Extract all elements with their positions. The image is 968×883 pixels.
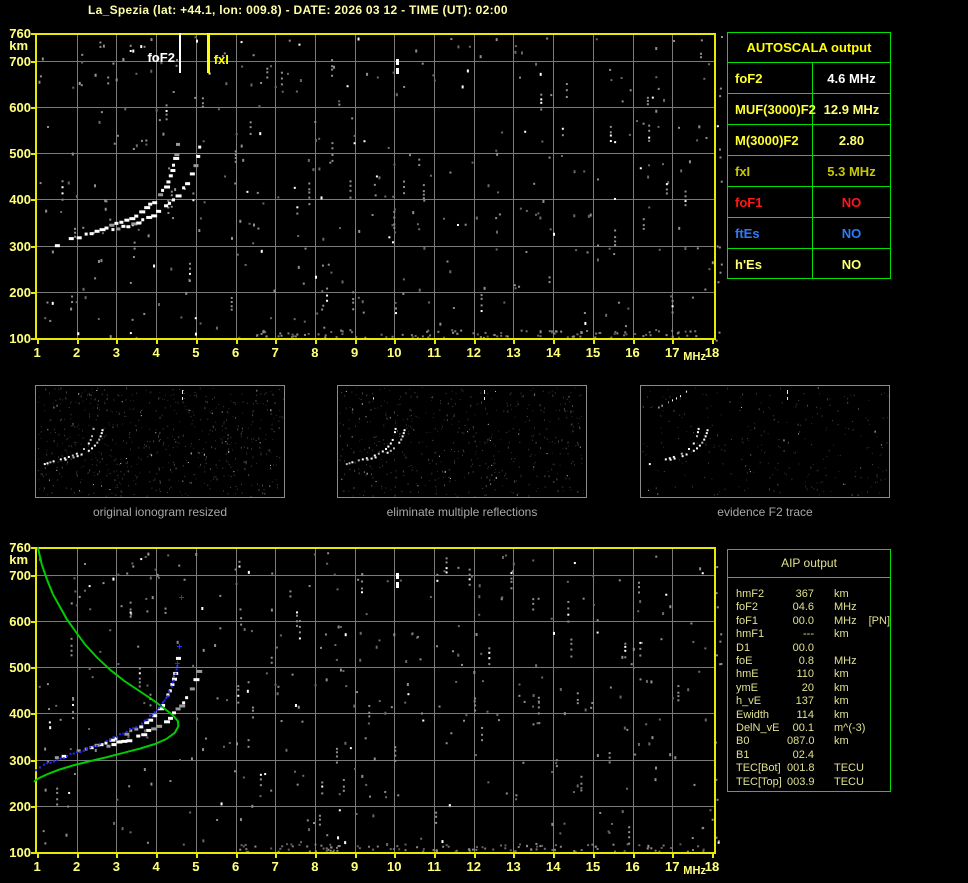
table-row: M(3000)F2 2.80	[728, 125, 890, 156]
parameter-label: DelN_vE	[736, 722, 780, 735]
parameter-value: NO	[841, 256, 862, 272]
parameter-unit: MHz	[834, 601, 857, 614]
parameter-unit: MHz	[834, 655, 857, 668]
table-row: TEC[Top] 003.9 TECU	[736, 776, 890, 789]
main-ionogram-plot	[0, 20, 725, 370]
parameter-value: 20	[801, 681, 814, 694]
aip-table: hmF2 367 km foF2 04.6 MHz foF1 00.0 MHz [PN] hmF1-…	[728, 578, 890, 789]
parameter-label: foF2	[736, 601, 759, 614]
table-row: h'Es NO	[728, 249, 890, 279]
table-row: h_vE 137 km	[736, 695, 890, 708]
table-row: foE 0.8 MHz	[736, 655, 890, 668]
parameter-value: 00.0	[792, 614, 814, 627]
parameter-label: h_vE	[736, 695, 762, 708]
parameter-value: 114	[796, 708, 814, 721]
parameter-label: foF1	[728, 187, 813, 217]
parameter-value: ---	[803, 628, 814, 641]
parameter-unit: MHz [PN]	[834, 614, 891, 627]
parameter-label: foF1	[736, 614, 759, 627]
table-row: B0 087.0 km	[736, 735, 890, 748]
parameter-unit: m^(-3)	[834, 722, 866, 735]
table-row: ftEs NO	[728, 218, 890, 249]
parameter-value: 5.3 MHz	[827, 163, 876, 179]
parameter-unit: km	[834, 735, 849, 748]
parameter-value: 110	[796, 668, 814, 681]
parameter-label: foE	[736, 655, 753, 668]
thumbnail-original-ionogram	[35, 385, 285, 498]
parameter-value: 137	[795, 695, 814, 708]
aip-panel-title: AIP output	[728, 550, 890, 578]
parameter-label: ymE	[736, 681, 758, 694]
table-row: DelN_vE 00.1 m^(-3)	[736, 722, 890, 735]
table-row: hmF1 --- km	[736, 628, 890, 641]
table-row: hmF2 367 km	[736, 588, 890, 601]
parameter-unit: km	[834, 628, 849, 641]
parameter-label: hmE	[736, 668, 759, 681]
parameter-value: 2.80	[838, 132, 865, 148]
parameter-value: 02.4	[792, 748, 814, 761]
parameter-unit: km	[834, 668, 849, 681]
parameter-value: NO	[841, 194, 862, 210]
parameter-label: hmF1	[736, 628, 765, 641]
table-row: fxI 5.3 MHz	[728, 156, 890, 187]
parameter-label: foF2	[728, 63, 813, 93]
autoscala-table: foF2 4.6 MHz MUF(3000)F2 12.9 MHz M(3000)F2 2…	[728, 63, 890, 279]
parameter-value: 04.6	[792, 601, 814, 614]
table-row: Ewidth 114 km	[736, 709, 890, 722]
parameter-unit	[814, 749, 890, 762]
table-row: hmE 110 km	[736, 668, 890, 681]
page-title: La_Spezia (lat: +44.1, lon: 009.8) - DAT…	[88, 3, 508, 17]
parameter-label: hmF2	[736, 588, 765, 600]
aip-output-panel: AIP output hmF2 367 km foF2 04.6 MHz foF1 00.0 M…	[727, 549, 891, 792]
parameter-unit: km	[834, 695, 849, 708]
parameter-unit	[814, 642, 890, 655]
thumbnail-eliminate-reflections	[337, 385, 587, 498]
parameter-value: 0.8	[798, 655, 814, 668]
autoscala-panel-title: AUTOSCALA output	[728, 33, 890, 63]
parameter-value: 12.9 MHz	[823, 101, 880, 117]
parameter-label: TEC[Top]	[736, 775, 782, 788]
parameter-unit: TECU	[834, 775, 864, 788]
parameter-unit: TECU	[834, 762, 864, 775]
parameter-value: 087.0	[787, 735, 815, 748]
parameter-label: fxI	[728, 156, 813, 186]
autoscala-output-panel: AUTOSCALA output foF2 4.6 MHz MUF(3000)F2 1…	[727, 32, 891, 279]
parameter-unit: km	[834, 708, 849, 721]
parameter-unit: km	[834, 588, 849, 600]
parameter-label: MUF(3000)F2	[728, 94, 816, 124]
table-row: TEC[Bot] 001.8 TECU	[736, 762, 890, 775]
parameter-label: D1	[736, 641, 751, 654]
thumbnail-caption: eliminate multiple reflections	[386, 505, 538, 519]
parameter-value: 00.0	[792, 641, 814, 654]
table-row: D1 00.0	[736, 642, 890, 655]
thumbnail-caption: original ionogram resized	[92, 505, 228, 519]
parameter-label: Ewidth	[736, 708, 770, 721]
parameter-value: 367	[795, 588, 814, 600]
table-row: foF2 4.6 MHz	[728, 63, 890, 94]
table-row: ymE 20 km	[736, 682, 890, 695]
parameter-value: 003.9	[787, 775, 815, 788]
parameter-unit: km	[834, 681, 849, 694]
table-row: foF1 00.0 MHz [PN]	[736, 615, 890, 628]
thumbnail-caption: evidence F2 trace	[717, 505, 813, 519]
parameter-label: ftEs	[728, 218, 813, 248]
parameter-note: [PN]	[868, 614, 891, 627]
table-row: foF1 NO	[728, 187, 890, 218]
parameter-label: B1	[736, 748, 750, 761]
parameter-label: h'Es	[728, 249, 813, 279]
parameter-label: B0	[736, 735, 750, 748]
profile-ionogram-plot	[0, 535, 725, 883]
parameter-value: 00.1	[792, 722, 814, 735]
table-row: MUF(3000)F2 12.9 MHz	[728, 94, 890, 125]
table-row: foF2 04.6 MHz	[736, 601, 890, 614]
parameter-value: 4.6 MHz	[827, 70, 876, 86]
table-row: B1 02.4	[736, 749, 890, 762]
thumbnail-evidence-f2-trace	[640, 385, 890, 498]
parameter-label: M(3000)F2	[728, 125, 813, 155]
parameter-value: 001.8	[787, 762, 815, 775]
parameter-label: TEC[Bot]	[736, 762, 781, 775]
parameter-value: NO	[841, 225, 862, 241]
